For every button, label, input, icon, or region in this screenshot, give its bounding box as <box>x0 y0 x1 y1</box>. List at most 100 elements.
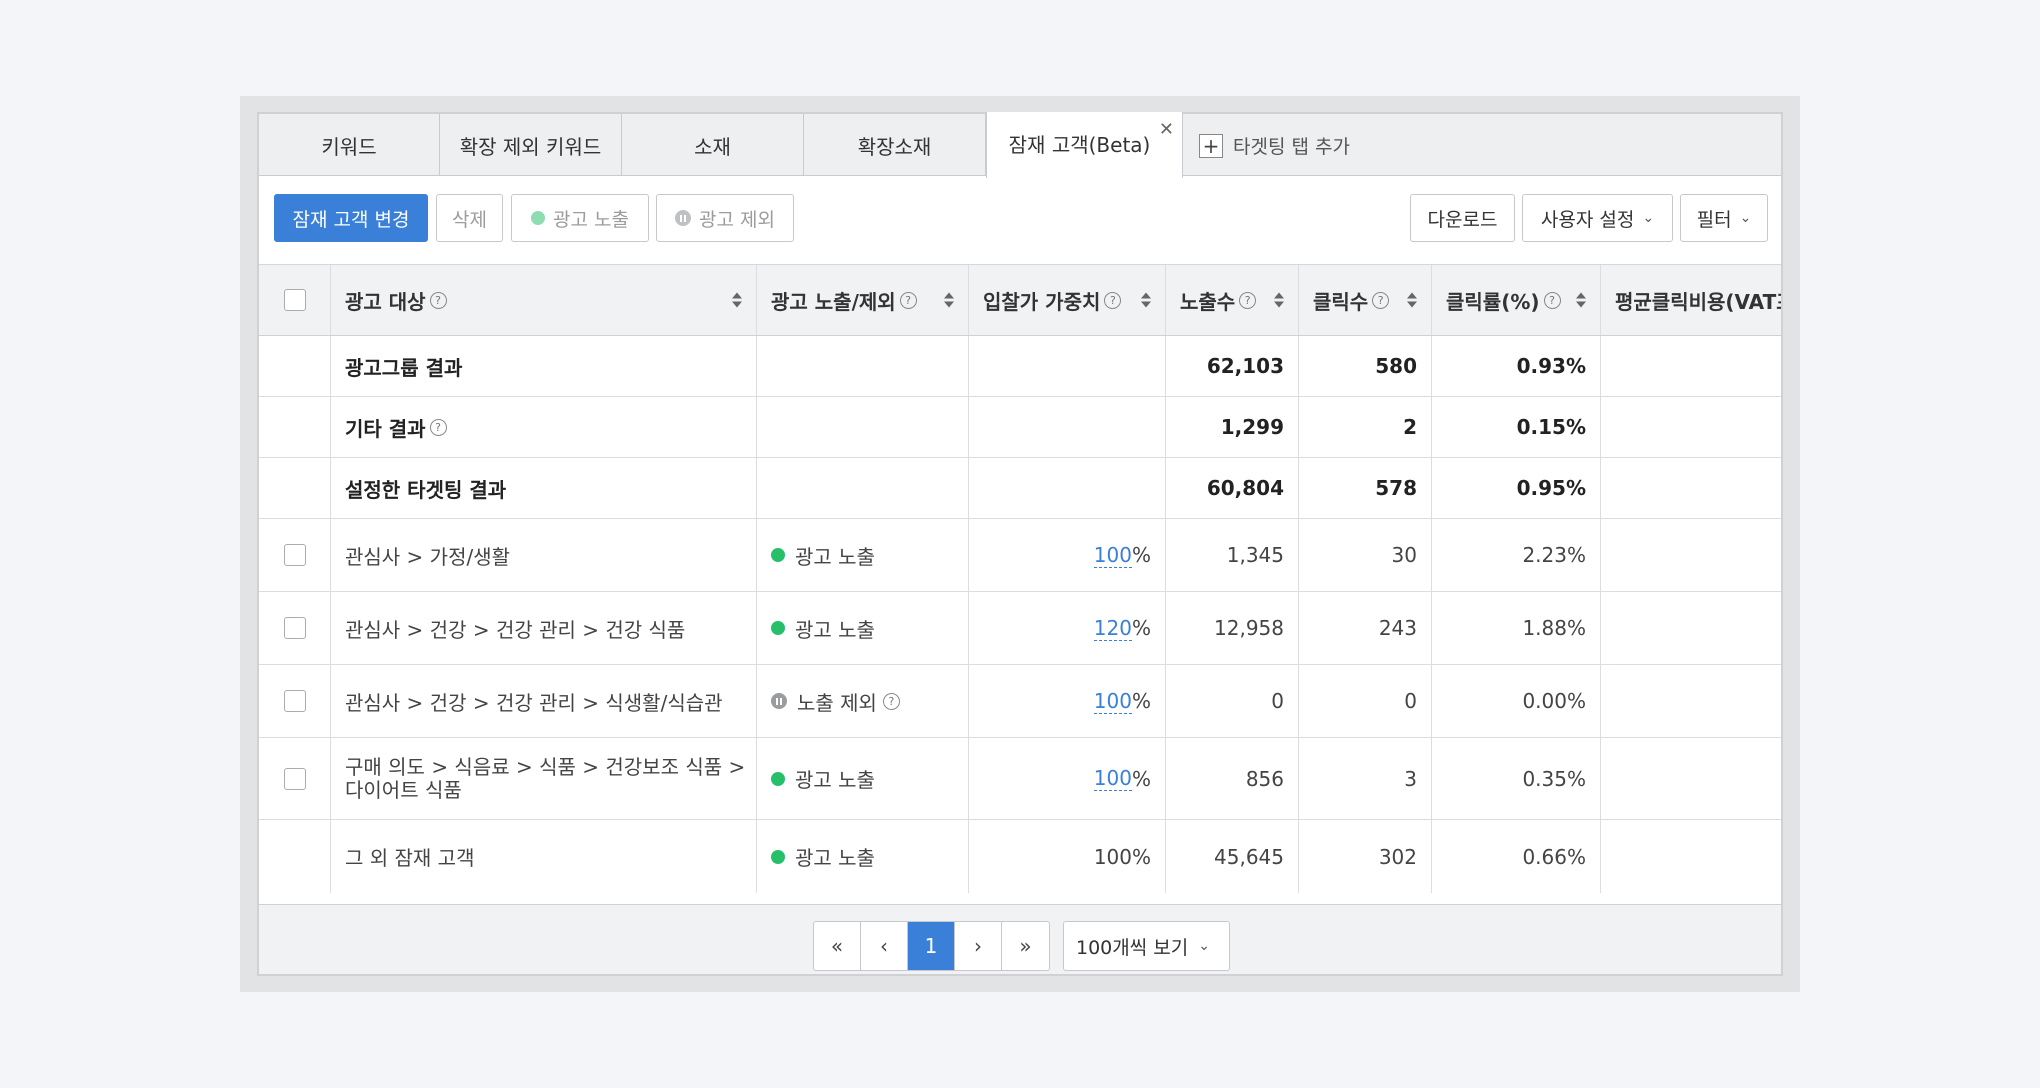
target-label: 다이어트 식품 <box>345 777 462 802</box>
change-audience-button[interactable]: 잠재 고객 변경 <box>274 194 428 242</box>
help-icon[interactable]: ? <box>1104 291 1122 309</box>
last-page-button[interactable]: » <box>1002 922 1049 970</box>
column-header-clicks[interactable]: 클릭수? <box>1299 265 1432 335</box>
tab-audience[interactable]: 잠재 고객(Beta) ✕ <box>986 112 1183 178</box>
help-icon[interactable]: ? <box>1372 291 1390 309</box>
sort-icon[interactable] <box>1274 292 1284 308</box>
add-targeting-tab-button[interactable]: + 타겟팅 탭 추가 <box>1199 132 1350 159</box>
bid-weight-link[interactable]: 100 <box>1093 689 1132 714</box>
per-page-select[interactable]: 100개씩 보기 ⌄ <box>1063 921 1230 971</box>
impressions-cell: 856 <box>1166 738 1299 819</box>
help-icon[interactable]: ? <box>882 692 900 710</box>
targeting-panel: 키워드 확장 제외 키워드 소재 확장소재 잠재 고객(Beta) ✕ + 타겟… <box>257 112 1783 976</box>
filter-dropdown[interactable]: 필터 ⌄ <box>1680 194 1768 242</box>
sort-icon[interactable] <box>944 292 954 308</box>
summary-row: 기타 결과? 1,299 2 0.15% <box>259 397 1781 458</box>
target-cell: 광고그룹 결과 <box>331 336 757 396</box>
column-header-avg-cpc[interactable]: 평균클릭비용(VAT포함 <box>1601 265 1781 335</box>
bid-weight-link[interactable]: 120 <box>1093 616 1132 641</box>
pause-icon <box>771 693 787 709</box>
percent-label: % <box>1131 766 1151 791</box>
status-cell: 광고 노출 <box>757 592 969 664</box>
tab-extension[interactable]: 확장소재 <box>804 114 986 177</box>
user-settings-dropdown[interactable]: 사용자 설정 ⌄ <box>1522 194 1673 242</box>
chevron-down-icon: ⌄ <box>1198 938 1210 954</box>
sort-icon[interactable] <box>1141 292 1151 308</box>
checkbox-cell <box>259 820 331 893</box>
target-label: 광고그룹 결과 <box>345 355 463 380</box>
target-label: 설정한 타겟팅 결과 <box>345 477 507 502</box>
table-row: 그 외 잠재 고객 광고 노출 100% 45,645 302 0.66% <box>259 820 1781 893</box>
tab-label: 키워드 <box>321 135 377 159</box>
delete-button[interactable]: 삭제 <box>436 194 503 242</box>
page-frame: 키워드 확장 제외 키워드 소재 확장소재 잠재 고객(Beta) ✕ + 타겟… <box>240 96 1800 992</box>
exclude-ad-button[interactable]: 광고 제외 <box>656 194 794 242</box>
tab-excluded-keyword[interactable]: 확장 제외 키워드 <box>440 114 622 177</box>
header-checkbox-cell <box>259 265 331 335</box>
help-icon[interactable]: ? <box>429 291 447 309</box>
target-cell: 관심사 > 가정/생활 <box>331 519 757 591</box>
checkbox-cell <box>259 397 331 457</box>
help-icon[interactable]: ? <box>899 291 917 309</box>
row-checkbox[interactable] <box>283 544 306 566</box>
page-number-button[interactable]: 1 <box>908 922 955 970</box>
column-header-ctr[interactable]: 클릭률(%)? <box>1432 265 1601 335</box>
status-dot-icon <box>771 849 785 864</box>
sort-icon[interactable] <box>1576 292 1586 308</box>
column-header-impressions[interactable]: 노출수? <box>1166 265 1299 335</box>
table-row[interactable]: 관심사 > 건강 > 건강 관리 > 건강 식품 광고 노출 120% 12,9… <box>259 592 1781 665</box>
row-checkbox[interactable] <box>283 767 306 790</box>
clicks-cell: 30 <box>1299 519 1432 591</box>
tab-keyword[interactable]: 키워드 <box>259 114 440 177</box>
column-header-target[interactable]: 광고 대상? <box>331 265 757 335</box>
table-row[interactable]: 관심사 > 건강 > 건강 관리 > 식생활/식습관 노출 제외? 100% 0… <box>259 665 1781 738</box>
table-row[interactable]: 관심사 > 가정/생활 광고 노출 100% 1,345 30 2.23% <box>259 519 1781 592</box>
status-label: 광고 노출 <box>795 544 875 569</box>
show-ad-button[interactable]: 광고 노출 <box>511 194 649 242</box>
help-icon[interactable]: ? <box>1543 291 1561 309</box>
column-label: 입찰가 가중치 <box>983 289 1101 314</box>
select-all-checkbox[interactable] <box>283 289 306 311</box>
ctr-cell: 0.15% <box>1432 397 1601 457</box>
button-label: 필터 <box>1696 208 1732 231</box>
column-header-bid[interactable]: 입찰가 가중치? <box>969 265 1166 335</box>
table-header: 광고 대상? 광고 노출/제외? 입찰가 가중치? 노출수? 클릭수? 클릭률(… <box>259 264 1781 336</box>
bid-weight-link[interactable]: 100 <box>1093 543 1132 568</box>
first-page-button[interactable]: « <box>814 922 861 970</box>
row-checkbox[interactable] <box>283 690 306 712</box>
tab-creative[interactable]: 소재 <box>622 114 804 177</box>
toolbar: 잠재 고객 변경 삭제 광고 노출 광고 제외 다운로드 사용자 설정 ⌄ 필터… <box>259 176 1781 264</box>
target-label: 그 외 잠재 고객 <box>345 846 475 870</box>
ctr-cell: 0.93% <box>1432 336 1601 396</box>
status-dot-icon <box>531 211 546 225</box>
close-icon[interactable]: ✕ <box>1159 119 1174 140</box>
download-button[interactable]: 다운로드 <box>1410 194 1515 242</box>
table-row[interactable]: 구매 의도 > 식음료 > 식품 > 건강보조 식품 > 다이어트 식품 광고 노… <box>259 738 1781 820</box>
plus-icon: + <box>1199 133 1223 158</box>
status-label: 광고 노출 <box>795 768 875 792</box>
help-icon[interactable]: ? <box>1239 291 1257 309</box>
status-label: 광고 노출 <box>795 617 875 642</box>
sort-icon[interactable] <box>1407 292 1417 308</box>
checkbox-cell <box>259 336 331 396</box>
status-dot-icon <box>771 771 785 786</box>
column-header-status[interactable]: 광고 노출/제외? <box>757 265 969 335</box>
status-label: 노출 제외 <box>797 690 877 715</box>
sort-icon[interactable] <box>732 292 742 308</box>
target-label: 기타 결과 <box>345 416 426 441</box>
row-checkbox[interactable] <box>283 617 306 639</box>
status-cell: 광고 노출 <box>757 519 969 591</box>
next-page-button[interactable]: › <box>955 922 1002 970</box>
checkbox-cell <box>259 665 331 737</box>
chevron-down-icon: ⌄ <box>1642 210 1655 226</box>
bid-weight-link[interactable]: 100 <box>1093 766 1132 791</box>
bid-cell: 100% <box>969 665 1166 737</box>
impressions-cell: 12,958 <box>1166 592 1299 664</box>
tab-label: 잠재 고객(Beta) <box>1008 133 1151 157</box>
clicks-cell: 243 <box>1299 592 1432 664</box>
button-label: 잠재 고객 변경 <box>292 208 410 231</box>
help-icon[interactable]: ? <box>429 418 447 436</box>
status-cell: 노출 제외? <box>757 665 969 737</box>
status-cell <box>757 397 969 457</box>
prev-page-button[interactable]: ‹ <box>861 922 908 970</box>
